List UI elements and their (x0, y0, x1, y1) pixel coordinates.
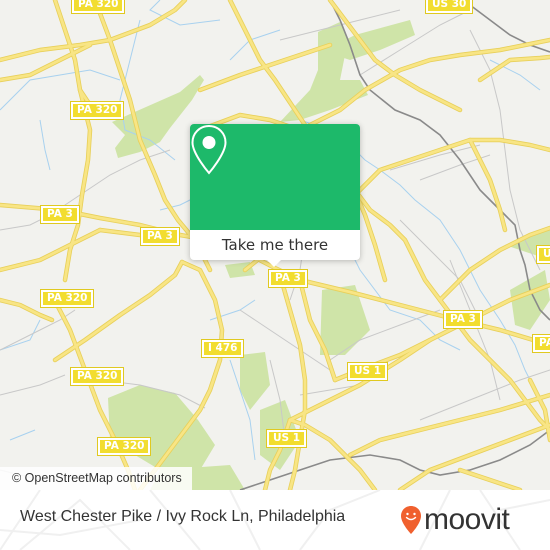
brand-name: moovit (424, 503, 510, 536)
road-label: US 1 (346, 362, 389, 381)
road-label: PA 3 (532, 334, 550, 353)
map-view[interactable]: PA 320 PA 320 PA 3 PA 3 PA 3 PA 3 PA 3 P… (0, 0, 550, 490)
footer-bar: West Chester Pike / Ivy Rock Ln, Philade… (0, 490, 550, 550)
road-label: PA 320 (70, 0, 126, 14)
road-label: PA 3 (140, 227, 180, 246)
road-label: US (535, 245, 550, 264)
road-label: PA 3 (443, 310, 483, 329)
road-label: PA 320 (39, 289, 95, 308)
road-label: PA 3 (40, 205, 80, 224)
road-label: PA 320 (69, 367, 125, 386)
road-label: US 30 (424, 0, 474, 14)
road-label: US 1 (265, 429, 308, 448)
popup-header (190, 124, 360, 230)
location-popup: Take me there (190, 124, 360, 267)
map-pin-icon (191, 124, 227, 175)
moovit-logo[interactable]: moovit (400, 502, 510, 538)
map-attribution[interactable]: © OpenStreetMap contributors (0, 467, 192, 490)
location-title: West Chester Pike / Ivy Rock Ln, Philade… (20, 508, 346, 525)
road-label: PA 320 (96, 437, 152, 456)
take-me-there-button[interactable]: Take me there (190, 230, 360, 260)
popup-pointer (266, 259, 282, 267)
road-label: I 476 (200, 339, 245, 358)
road-label: PA 320 (69, 101, 125, 120)
road-label: PA 3 (268, 269, 308, 288)
moovit-pin-icon (401, 506, 421, 534)
park-area (240, 352, 270, 410)
